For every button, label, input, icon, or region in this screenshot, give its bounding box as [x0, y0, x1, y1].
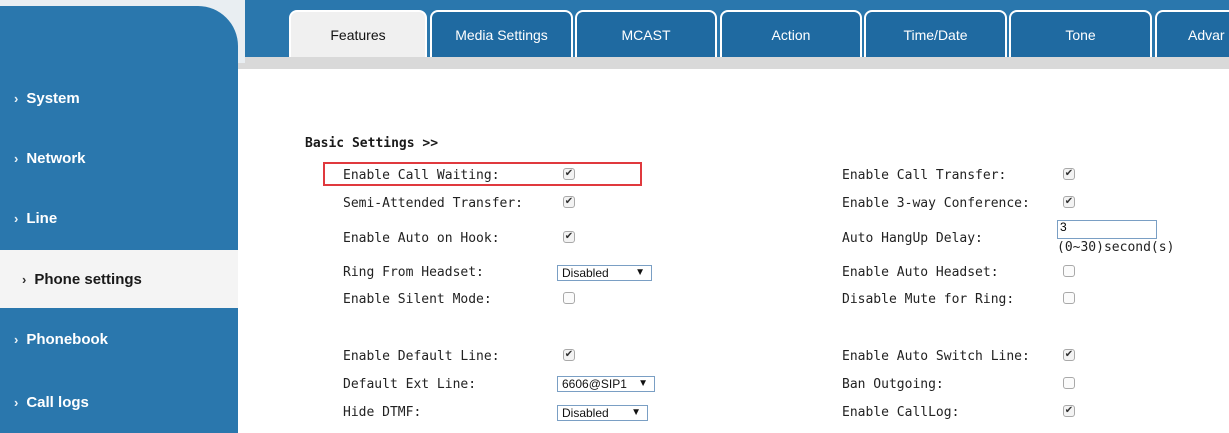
sidebar-item-network[interactable]: › Network [0, 128, 238, 188]
select-value: Disabled [562, 266, 609, 280]
enable-silent-mode-label: Enable Silent Mode: [343, 292, 492, 307]
enable-call-transfer-label: Enable Call Transfer: [842, 168, 1007, 183]
sidebar-item-system[interactable]: › System [0, 68, 238, 128]
ban-outgoing-checkbox[interactable] [1063, 377, 1075, 389]
disable-mute-for-ring-checkbox[interactable] [1063, 292, 1075, 304]
hide-dtmf-select[interactable]: Disabled ▼ [557, 405, 648, 421]
tab-mcast[interactable]: MCAST [575, 10, 717, 57]
chevron-right-icon: › [22, 271, 27, 287]
enable-auto-headset-checkbox[interactable] [1063, 265, 1075, 277]
hide-dtmf-label: Hide DTMF: [343, 405, 422, 420]
disable-mute-for-ring-label: Disable Mute for Ring: [842, 292, 1015, 307]
chevron-down-icon: ▼ [635, 267, 645, 278]
enable-auto-on-hook-checkbox[interactable]: ✔ [563, 231, 575, 243]
sidebar-item-label: System [26, 89, 80, 107]
sidebar-item-call-logs[interactable]: › Call logs [0, 372, 238, 432]
sidebar-item-label: Phonebook [26, 330, 109, 348]
select-value: Disabled [562, 406, 609, 420]
sidebar-item-line[interactable]: › Line [0, 188, 238, 248]
sidebar-header [0, 0, 245, 63]
enable-silent-mode-checkbox[interactable] [563, 292, 575, 304]
enable-default-line-label: Enable Default Line: [343, 349, 500, 364]
auto-hangup-delay-suffix: (0~30)second(s) [1057, 240, 1175, 255]
section-title: Basic Settings >> [305, 136, 439, 151]
enable-calllog-checkbox[interactable]: ✔ [1063, 405, 1075, 417]
enable-auto-switch-line-label: Enable Auto Switch Line: [842, 349, 1030, 364]
tab-advanced[interactable]: Advar [1155, 10, 1229, 57]
chevron-right-icon: › [14, 90, 19, 106]
enable-auto-headset-label: Enable Auto Headset: [842, 265, 999, 280]
enable-auto-switch-line-checkbox[interactable]: ✔ [1063, 349, 1075, 361]
tab-media-settings[interactable]: Media Settings [430, 10, 573, 57]
tab-time-date[interactable]: Time/Date [864, 10, 1007, 57]
sidebar-item-phone-settings[interactable]: › Phone settings [0, 250, 238, 308]
default-ext-line-label: Default Ext Line: [343, 377, 477, 392]
tab-bar-underline [238, 57, 1229, 69]
enable-auto-on-hook-label: Enable Auto on Hook: [343, 231, 500, 246]
sidebar-item-phonebook[interactable]: › Phonebook [0, 309, 238, 369]
chevron-right-icon: › [14, 331, 19, 347]
chevron-down-icon: ▼ [631, 407, 641, 418]
enable-call-waiting-label: Enable Call Waiting: [343, 168, 500, 183]
sidebar-item-label: Line [26, 209, 58, 227]
tab-features[interactable]: Features [289, 10, 427, 57]
sidebar-item-label: Phone settings [34, 270, 142, 288]
auto-hangup-delay-input[interactable]: 3 [1057, 220, 1157, 239]
select-value: 6606@SIP1 [562, 377, 627, 391]
ban-outgoing-label: Ban Outgoing: [842, 377, 944, 392]
semi-attended-transfer-checkbox[interactable]: ✔ [563, 196, 575, 208]
ring-from-headset-label: Ring From Headset: [343, 265, 484, 280]
default-ext-line-select[interactable]: 6606@SIP1 ▼ [557, 376, 655, 392]
auto-hangup-delay-label: Auto HangUp Delay: [842, 231, 983, 246]
sidebar-item-label: Network [26, 149, 86, 167]
tab-action[interactable]: Action [720, 10, 862, 57]
ring-from-headset-select[interactable]: Disabled ▼ [557, 265, 652, 281]
chevron-right-icon: › [14, 210, 19, 226]
chevron-right-icon: › [14, 150, 19, 166]
sidebar-item-label: Call logs [26, 393, 89, 411]
enable-3-way-conference-label: Enable 3-way Conference: [842, 196, 1030, 211]
enable-default-line-checkbox[interactable]: ✔ [563, 349, 575, 361]
chevron-down-icon: ▼ [638, 378, 648, 389]
semi-attended-transfer-label: Semi-Attended Transfer: [343, 196, 524, 211]
enable-calllog-label: Enable CallLog: [842, 405, 960, 420]
enable-call-waiting-checkbox[interactable]: ✔ [563, 168, 575, 180]
enable-3-way-conference-checkbox[interactable]: ✔ [1063, 196, 1075, 208]
enable-call-transfer-checkbox[interactable]: ✔ [1063, 168, 1075, 180]
tab-tone[interactable]: Tone [1009, 10, 1152, 57]
chevron-right-icon: › [14, 394, 19, 410]
